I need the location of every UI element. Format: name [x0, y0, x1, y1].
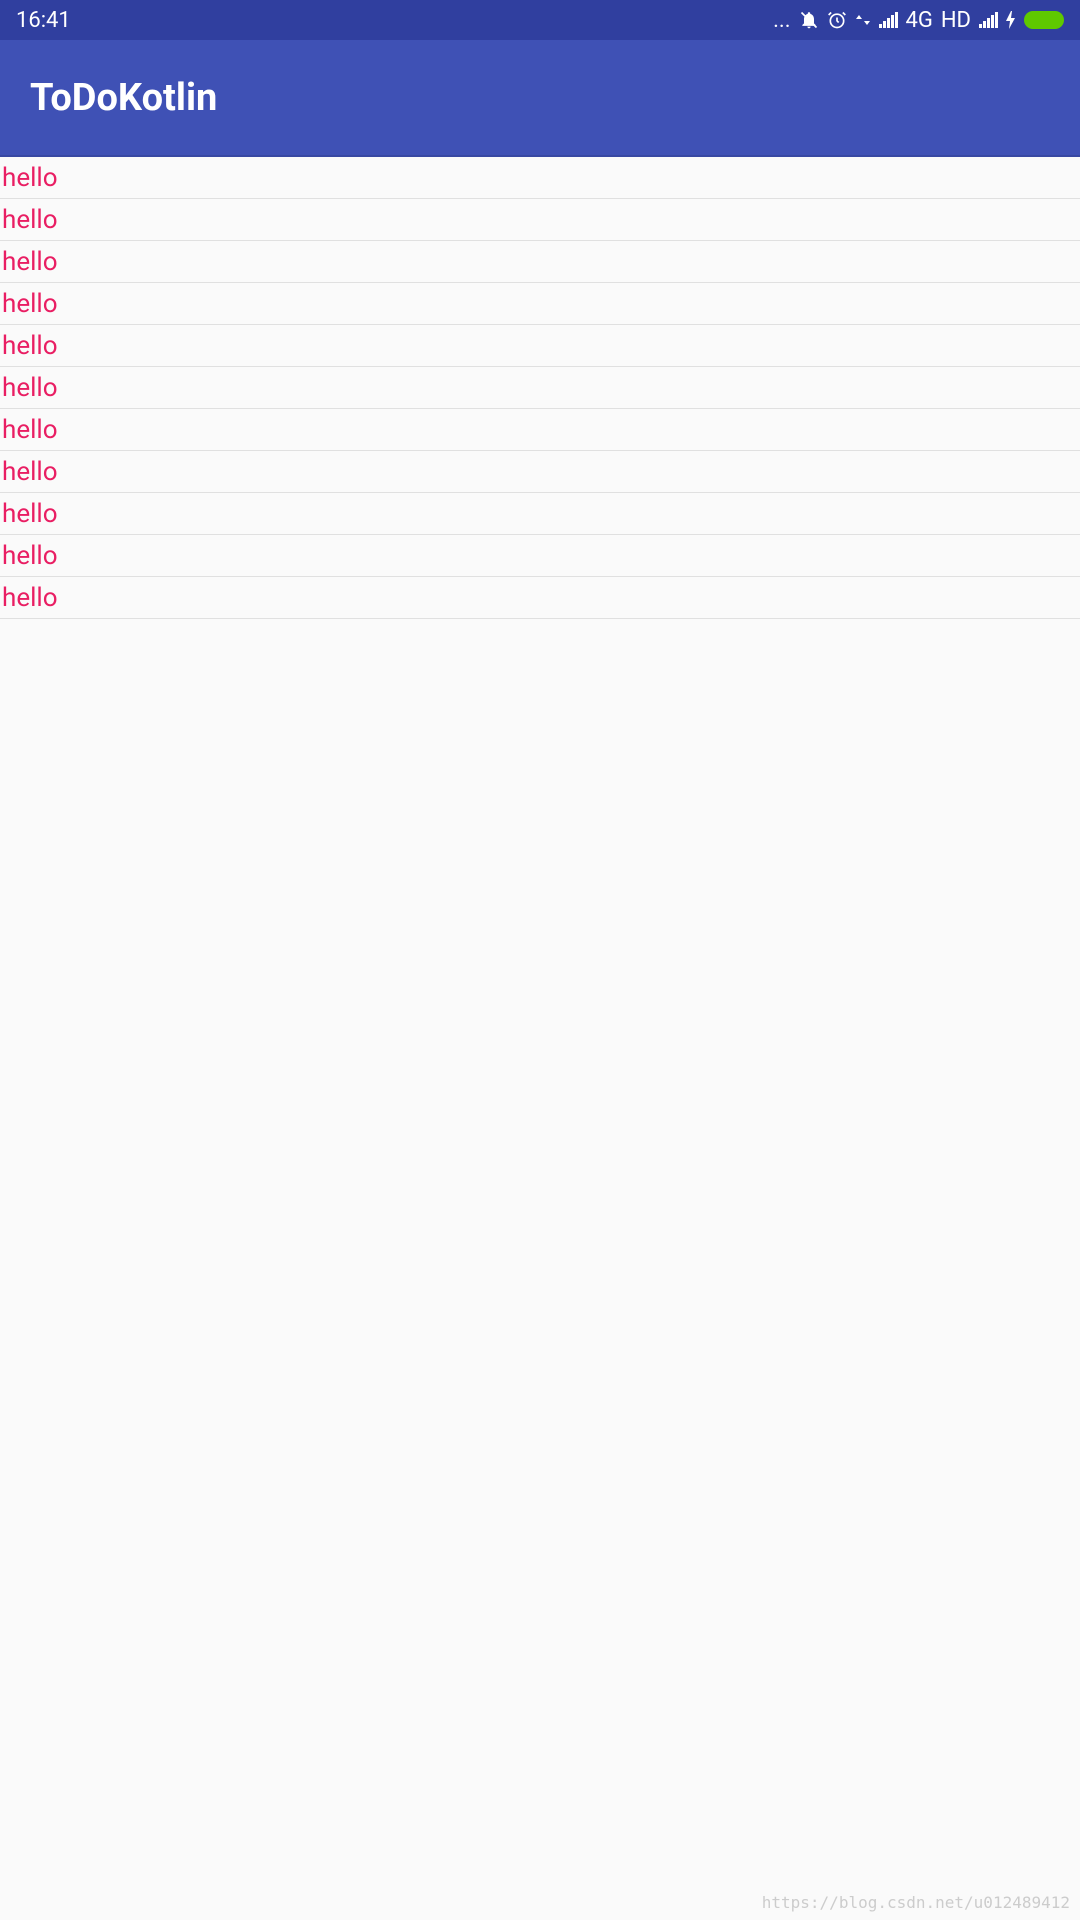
list-item-text: hello	[2, 331, 58, 361]
network-type-label: 4G	[906, 8, 933, 33]
more-icon: ...	[773, 8, 790, 33]
list-item[interactable]: hello	[0, 535, 1080, 577]
charging-icon	[1006, 11, 1016, 29]
list-item[interactable]: hello	[0, 451, 1080, 493]
list-item-text: hello	[2, 205, 58, 235]
list-item[interactable]: hello	[0, 577, 1080, 619]
app-bar: ToDoKotlin	[0, 40, 1080, 157]
list-item-text: hello	[2, 373, 58, 403]
signal-icon-2	[979, 12, 998, 28]
list-item-text: hello	[2, 457, 58, 487]
list-item-text: hello	[2, 499, 58, 529]
battery-icon	[1024, 11, 1064, 29]
list-item-text: hello	[2, 247, 58, 277]
list-item-text: hello	[2, 163, 58, 193]
signal-icon	[879, 12, 898, 28]
watermark: https://blog.csdn.net/u012489412	[762, 1893, 1070, 1912]
list-item-text: hello	[2, 289, 58, 319]
dnd-icon	[799, 10, 819, 30]
list-item[interactable]: hello	[0, 283, 1080, 325]
list-item[interactable]: hello	[0, 325, 1080, 367]
list-item[interactable]: hello	[0, 493, 1080, 535]
list-item-text: hello	[2, 541, 58, 571]
app-title: ToDoKotlin	[30, 76, 217, 120]
data-transfer-icon	[855, 11, 871, 29]
list-item[interactable]: hello	[0, 409, 1080, 451]
list-item[interactable]: hello	[0, 367, 1080, 409]
status-bar: 16:41 ... 4G HD	[0, 0, 1080, 40]
status-time: 16:41	[16, 8, 71, 33]
list-item-text: hello	[2, 583, 58, 613]
status-indicators: ... 4G HD	[773, 8, 1064, 33]
list-item[interactable]: hello	[0, 241, 1080, 283]
todo-list[interactable]: hello hello hello hello hello hello hell…	[0, 157, 1080, 619]
alarm-icon	[827, 10, 847, 30]
list-item[interactable]: hello	[0, 199, 1080, 241]
list-item-text: hello	[2, 415, 58, 445]
list-item[interactable]: hello	[0, 157, 1080, 199]
hd-label: HD	[941, 8, 971, 33]
